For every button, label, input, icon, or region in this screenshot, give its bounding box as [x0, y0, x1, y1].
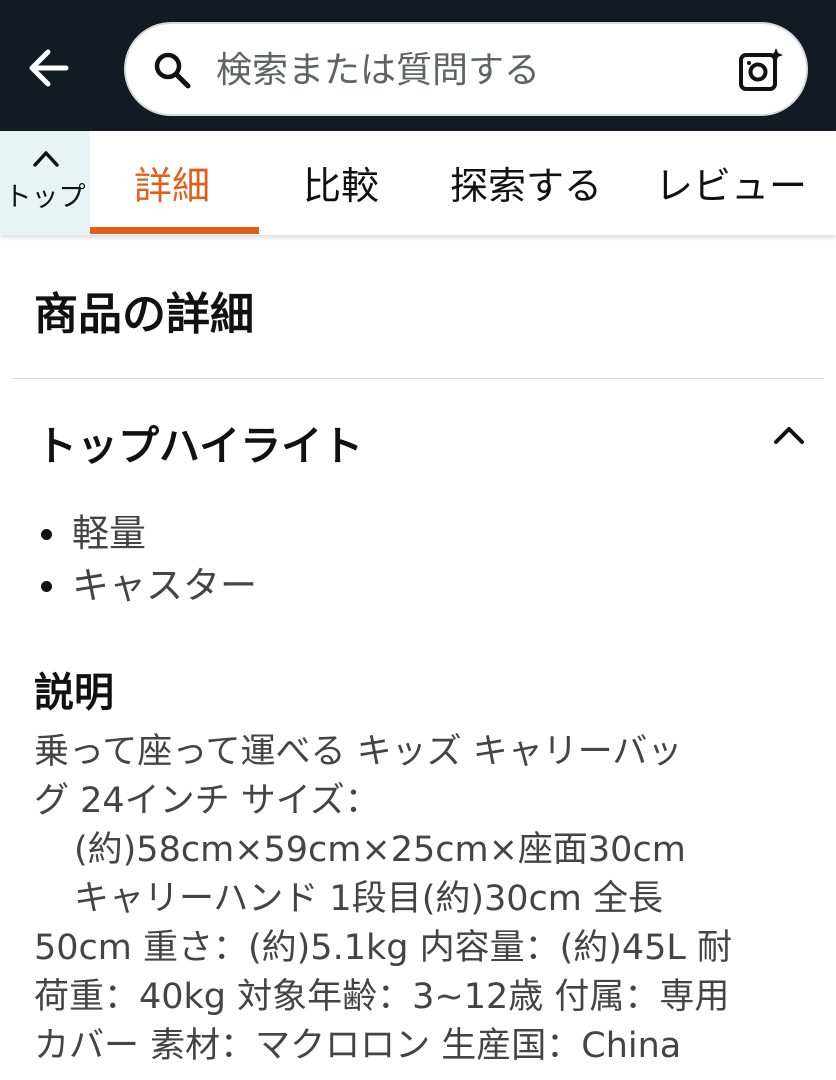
highlights-list: 軽量 キャスター — [34, 508, 257, 612]
description-line: 50cm 重さ：(約)5.1kg 内容量：(約)45L 耐 — [34, 928, 733, 968]
page-title: 商品の詳細 — [34, 289, 254, 340]
highlights-section-header[interactable]: トップハイライト — [0, 400, 836, 480]
search-box[interactable] — [124, 22, 808, 116]
description-body: 乗って座って運べる キッズ キャリーバッ グ 24インチ サイズ： (約)58c… — [34, 728, 814, 1071]
tab-reviews[interactable]: レビュー — [655, 155, 807, 208]
search-icon — [154, 52, 191, 89]
list-item: キャスター — [34, 560, 257, 612]
divider — [12, 378, 824, 379]
highlights-title: トップハイライト — [36, 422, 364, 470]
description-line: 荷重：40kg 対象年齢：3~12歳 付属：専用 — [34, 977, 730, 1017]
description-line: グ 24インチ サイズ： — [34, 781, 380, 821]
tab-details[interactable]: 詳細 — [134, 155, 210, 208]
tab-compare[interactable]: 比較 — [303, 155, 379, 208]
top-search-bar — [0, 0, 836, 131]
camera-search-icon[interactable] — [736, 46, 784, 94]
scroll-to-top-label: トップ — [4, 182, 86, 213]
bullet-icon — [41, 581, 52, 592]
section-tab-bar: トップ 詳細 比較 探索する レビュー — [0, 131, 836, 235]
tab-explore[interactable]: 探索する — [450, 155, 602, 208]
description-line: カバー 素材：マクロロン 生産国：China — [34, 1026, 682, 1066]
description-line: (約)58cm×59cm×25cm×座面30cm — [74, 830, 686, 870]
bullet-icon — [41, 529, 52, 540]
collapse-chevron-icon[interactable] — [772, 422, 806, 448]
chevron-up-icon — [33, 151, 59, 167]
back-arrow-icon — [29, 49, 69, 87]
list-item: 軽量 — [34, 508, 257, 560]
search-input[interactable] — [214, 38, 718, 102]
description-line: キャリーハンド 1段目(約)30cm 全長 — [74, 879, 664, 919]
highlight-text: 軽量 — [72, 512, 146, 555]
description-title: 説明 — [34, 670, 114, 716]
scroll-to-top-button[interactable]: トップ — [0, 131, 90, 235]
highlight-text: キャスター — [72, 564, 257, 607]
description-line: 乗って座って運べる キッズ キャリーバッ — [34, 732, 683, 772]
back-button[interactable] — [22, 42, 74, 94]
active-tab-indicator — [90, 227, 259, 234]
